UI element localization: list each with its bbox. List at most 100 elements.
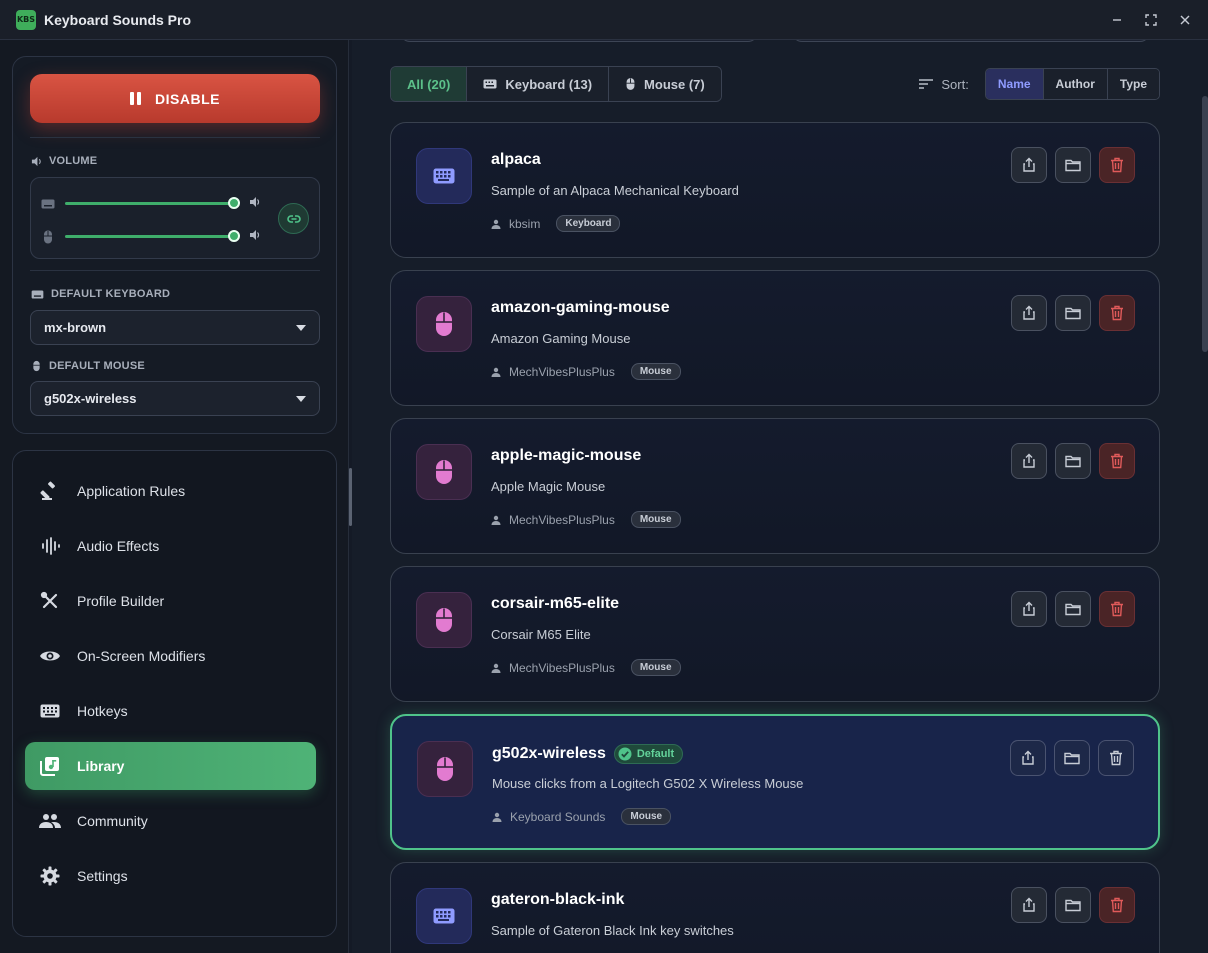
mouse-icon <box>416 444 472 500</box>
sound-title-row: gateron-black-ink <box>491 891 624 909</box>
sidebar-item-application-rules[interactable]: Application Rules <box>25 467 316 515</box>
mouse-volume-row <box>41 229 261 244</box>
filter-all-button[interactable]: All (20) <box>391 67 468 101</box>
mouse-icon <box>417 741 473 797</box>
filter-all-label: All (20) <box>407 76 451 92</box>
sidebar-item-profile-builder[interactable]: Profile Builder <box>25 577 316 625</box>
open-folder-button[interactable] <box>1054 740 1090 776</box>
sort-options: Name Author Type <box>984 68 1160 100</box>
default-keyboard-section-label: DEFAULT KEYBOARD <box>31 288 170 300</box>
search-field-edge <box>400 40 758 42</box>
trash-icon <box>1110 897 1124 913</box>
open-folder-button[interactable] <box>1055 147 1091 183</box>
sound-name: alpaca <box>491 151 541 168</box>
export-button[interactable] <box>1011 591 1047 627</box>
open-folder-button[interactable] <box>1055 887 1091 923</box>
default-mouse-select[interactable]: g502x-wireless <box>30 381 320 416</box>
card-actions <box>1011 295 1135 331</box>
divider <box>30 137 320 138</box>
mouse-volume-slider[interactable] <box>65 230 240 242</box>
delete-button[interactable] <box>1099 887 1135 923</box>
delete-button[interactable] <box>1099 591 1135 627</box>
folder-icon <box>1065 898 1081 912</box>
sound-meta: MechVibesPlusPlus Mouse <box>491 511 681 528</box>
card-actions <box>1010 740 1134 776</box>
sound-profile-card[interactable]: amazon-gaming-mouse Amazon Gaming Mouse Me… <box>390 270 1160 406</box>
disable-button[interactable]: DISABLE <box>30 74 320 123</box>
sidebar-item-community[interactable]: Community <box>25 797 316 845</box>
sort-type-button[interactable]: Type <box>1107 69 1159 99</box>
filter-keyboard-button[interactable]: Keyboard (13) <box>467 67 610 101</box>
sort-author-button[interactable]: Author <box>1043 69 1108 99</box>
person-icon <box>491 219 501 229</box>
keyboard-volume-knob[interactable] <box>228 197 240 209</box>
close-icon[interactable] <box>1176 11 1194 29</box>
sound-author: kbsim <box>509 216 541 231</box>
sound-profile-card[interactable]: gateron-black-ink Sample of Gateron Black… <box>390 862 1160 953</box>
maximize-icon[interactable] <box>1142 11 1160 29</box>
person-icon <box>491 367 501 377</box>
trash-icon <box>1110 305 1124 321</box>
card-actions <box>1011 443 1135 479</box>
navigation-menu: Application Rules Audio Effects Profile … <box>12 450 337 937</box>
sidebar-item-label: On-Screen Modifiers <box>77 648 206 664</box>
filter-mouse-button[interactable]: Mouse (7) <box>609 67 721 101</box>
sound-profile-card[interactable]: corsair-m65-elite Corsair M65 Elite MechVi… <box>390 566 1160 702</box>
keyboard-volume-slider[interactable] <box>65 197 240 209</box>
divider <box>30 270 320 271</box>
sound-title-row: g502x-wireless Default <box>492 744 684 764</box>
default-mouse-section-label: DEFAULT MOUSE <box>31 360 145 372</box>
sidebar-item-label: Audio Effects <box>77 538 160 554</box>
delete-button[interactable] <box>1099 295 1135 331</box>
export-button[interactable] <box>1011 443 1047 479</box>
delete-button[interactable] <box>1099 147 1135 183</box>
sidebar-item-library[interactable]: Library <box>25 742 316 790</box>
export-button[interactable] <box>1010 740 1046 776</box>
open-folder-button[interactable] <box>1055 443 1091 479</box>
sidebar-item-hotkeys[interactable]: Hotkeys <box>25 687 316 735</box>
sound-description: Sample of Gateron Black Ink key switches <box>491 923 734 938</box>
keyboard-icon <box>31 289 44 299</box>
speaker-icon <box>31 156 41 166</box>
sidebar-item-label: Application Rules <box>77 483 186 499</box>
card-actions <box>1011 887 1135 923</box>
sound-name: corsair-m65-elite <box>491 595 620 612</box>
sidebar-item-audio-effects[interactable]: Audio Effects <box>25 522 316 570</box>
trash-icon <box>1110 601 1124 617</box>
sound-title-row: corsair-m65-elite <box>491 595 619 613</box>
default-keyboard-select[interactable]: mx-brown <box>30 310 320 345</box>
sidebar-item-label: Community <box>77 813 148 829</box>
sound-description: Apple Magic Mouse <box>491 479 606 494</box>
open-folder-button[interactable] <box>1055 295 1091 331</box>
scrollbar[interactable] <box>1202 96 1208 352</box>
person-icon <box>492 812 502 822</box>
pause-icon <box>130 92 142 105</box>
sidebar-item-label: Hotkeys <box>77 703 128 719</box>
minimize-icon[interactable] <box>1108 11 1126 29</box>
mouse-volume-knob[interactable] <box>228 230 240 242</box>
search-field-edge <box>792 40 1150 42</box>
export-button[interactable] <box>1011 295 1047 331</box>
export-button[interactable] <box>1011 887 1047 923</box>
link-volumes-button[interactable] <box>278 203 309 234</box>
sound-description: Amazon Gaming Mouse <box>491 331 631 346</box>
title-bar: KBS Keyboard Sounds Pro <box>0 0 1208 40</box>
library-panel: All (20) Keyboard (13) Mouse (7) Sort: N… <box>352 40 1208 953</box>
sidebar-item-settings[interactable]: Settings <box>25 852 316 900</box>
volume-section-label: VOLUME <box>31 155 97 167</box>
sound-profile-card[interactable]: alpaca Sample of an Alpaca Mechanical Key… <box>390 122 1160 258</box>
export-button[interactable] <box>1011 147 1047 183</box>
sort-name-button[interactable]: Name <box>985 69 1044 99</box>
sound-profile-card[interactable]: apple-magic-mouse Apple Magic Mouse MechVi… <box>390 418 1160 554</box>
chevron-down-icon <box>296 396 306 402</box>
sidebar-item-on-screen-modifiers[interactable]: On-Screen Modifiers <box>25 632 316 680</box>
sound-profile-card[interactable]: g502x-wireless Default Mouse clicks from a… <box>390 714 1160 850</box>
sound-name: amazon-gaming-mouse <box>491 299 670 316</box>
delete-button[interactable] <box>1099 443 1135 479</box>
open-folder-button[interactable] <box>1055 591 1091 627</box>
delete-button[interactable] <box>1098 740 1134 776</box>
sound-author: Keyboard Sounds <box>510 809 606 824</box>
sidebar: DISABLE VOLUME DEFAULT KEYBOARD mx-brown… <box>0 40 349 953</box>
keyboard-icon <box>416 148 472 204</box>
sort-label: Sort: <box>941 76 969 92</box>
